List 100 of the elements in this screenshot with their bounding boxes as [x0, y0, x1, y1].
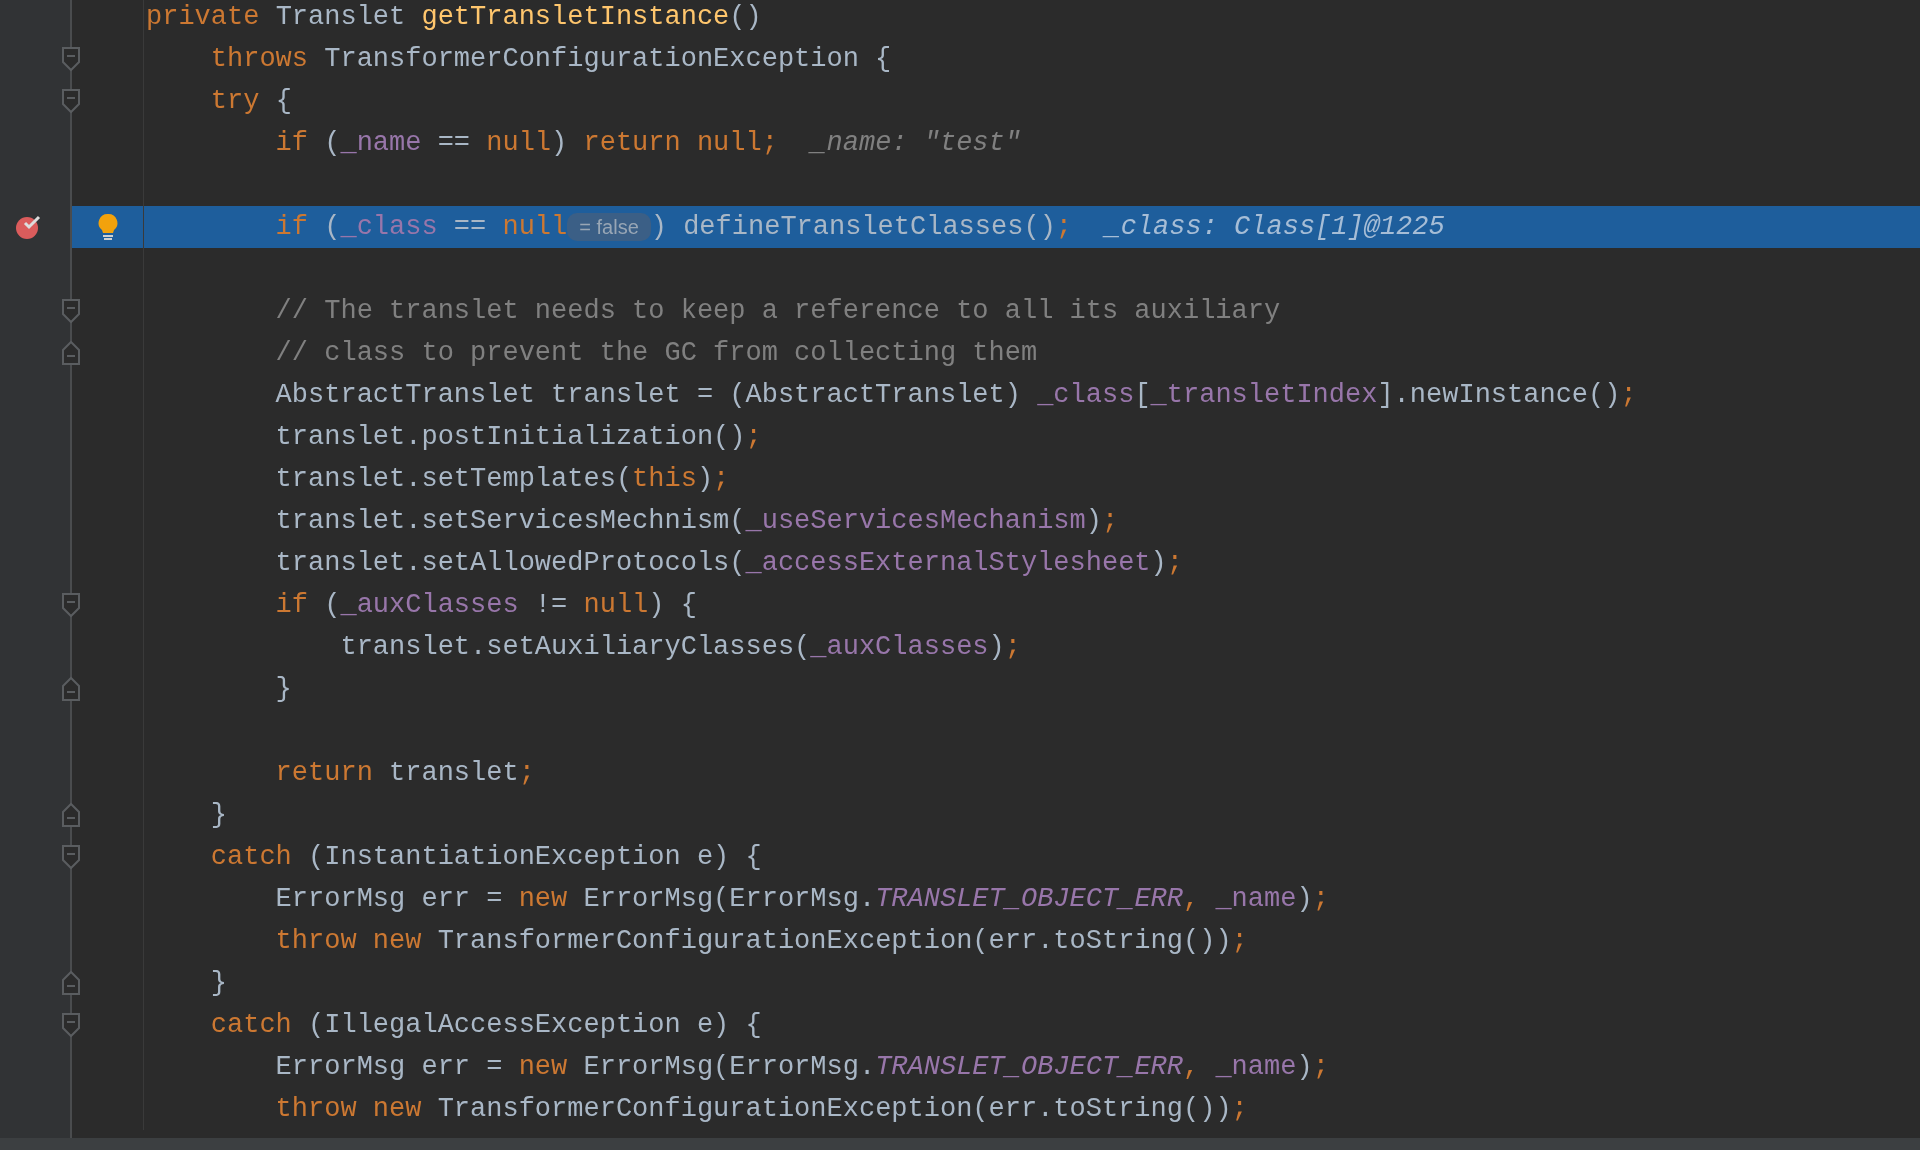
code-token: if [274, 588, 310, 622]
code-token: TRANSLET_OBJECT_ERR [875, 882, 1183, 916]
code-token: _class [1037, 378, 1135, 412]
code-token: ) [1296, 882, 1313, 916]
code-token: ; [1312, 1050, 1329, 1084]
code-token: { [275, 84, 292, 118]
fold-icon[interactable] [61, 1012, 81, 1038]
code-token: null [502, 210, 568, 244]
code-token: ; [1101, 504, 1119, 538]
code-token: } [209, 966, 227, 1000]
code-token: _name [340, 126, 422, 160]
code-token: ; [1231, 924, 1248, 958]
code-token: != [533, 588, 569, 622]
fold-icon[interactable] [61, 802, 81, 828]
code-token: throw new [274, 924, 423, 958]
code-token: // The translet needs to keep a reference to all its auxiliary [274, 294, 1281, 328]
code-token: TransformerConfigurationException(err.toString()) [437, 1092, 1232, 1126]
fold-icon[interactable] [61, 592, 81, 618]
code-token: ; [1620, 378, 1637, 412]
code-token: _accessExternalStylesheet [745, 546, 1151, 580]
horizontal-scrollbar[interactable] [0, 1138, 1920, 1150]
code-token: ; [1231, 1092, 1248, 1126]
code-token: TransformerConfigurationException { [324, 42, 892, 76]
code-token: _useServicesMechanism [745, 504, 1086, 538]
code-token: [ [1134, 378, 1151, 412]
fold-icon[interactable] [61, 970, 81, 996]
code-token: ; [1055, 210, 1073, 244]
code-token: _transletIndex [1150, 378, 1378, 412]
fold-icon[interactable] [61, 88, 81, 114]
inline-value-hint: = false [567, 213, 651, 241]
code-token: translet.setServicesMechnism( [274, 504, 746, 538]
code-token: ErrorMsg(ErrorMsg. [583, 1050, 876, 1084]
code-token: ; [1166, 546, 1183, 580]
fold-icon[interactable] [61, 340, 81, 366]
code-token: ) [988, 630, 1005, 664]
fold-icon[interactable] [61, 46, 81, 72]
code-token: ) [1150, 546, 1167, 580]
code-token: throw new [274, 1092, 423, 1126]
code-token: _class [340, 210, 438, 244]
fold-icon[interactable] [61, 676, 81, 702]
code-token: _auxClasses [810, 630, 989, 664]
code-token: ) defineTransletClasses() [650, 210, 1056, 244]
code-token: ErrorMsg(ErrorMsg. [583, 882, 876, 916]
code-token: ErrorMsg err = [274, 882, 504, 916]
code-token: ; [1004, 630, 1021, 664]
code-token: == [436, 126, 472, 160]
code-token: (IllegalAccessException e) { [308, 1008, 762, 1042]
code-token: } [209, 798, 227, 832]
code-token: null [486, 126, 552, 160]
code-token: TransformerConfigurationException(err.toString()) [437, 924, 1232, 958]
code-token: AbstractTranslet translet = (AbstractTranslet) [274, 378, 1022, 412]
code-token: () [729, 0, 762, 34]
code-token: , [1183, 882, 1201, 916]
code-token: catch [209, 840, 293, 874]
code-token: ; [745, 420, 762, 454]
code-token: throws [209, 42, 310, 76]
code-token: if [274, 210, 310, 244]
lightbulb-icon[interactable] [97, 213, 118, 241]
code-token: ( [324, 210, 341, 244]
code-token: ; [518, 756, 535, 790]
code-token: ErrorMsg err = [274, 1050, 504, 1084]
code-token: this [632, 462, 697, 496]
code-token: return null; [583, 126, 778, 160]
code-token: ; [713, 462, 730, 496]
code-token: private [146, 0, 261, 34]
code-token: catch [209, 1008, 293, 1042]
debug-value: _class: Class[1]@1225 [1101, 210, 1445, 244]
fold-icon[interactable] [61, 844, 81, 870]
code-token: ( [324, 126, 341, 160]
code-token: translet.setAllowedProtocols( [274, 546, 746, 580]
code-token: ) [1085, 504, 1102, 538]
code-token: TRANSLET_OBJECT_ERR [875, 1050, 1183, 1084]
code-token: ].newInstance() [1377, 378, 1621, 412]
code-token: null [583, 588, 649, 622]
code-token: // class to prevent the GC from collecting them [274, 336, 1038, 370]
code-token: translet.setTemplates( [274, 462, 633, 496]
code-token: == [452, 210, 488, 244]
code-token: _auxClasses [340, 588, 519, 622]
code-token: (InstantiationException e) { [308, 840, 762, 874]
code-token: _name [1215, 882, 1297, 916]
code-token: ( [324, 588, 341, 622]
code-token: , [1183, 1050, 1201, 1084]
code-token: translet.setAuxiliaryClasses( [339, 630, 811, 664]
code-token: translet.postInitialization() [274, 420, 746, 454]
code-token: return [274, 756, 374, 790]
code-token: ) [1296, 1050, 1313, 1084]
code-token: new [518, 882, 569, 916]
breakpoint-icon[interactable] [15, 214, 43, 240]
code-token: new [518, 1050, 569, 1084]
code-token: try [209, 84, 261, 118]
code-token: ) [551, 126, 569, 160]
code-token: ) [696, 462, 714, 496]
code-token: translet [389, 756, 519, 790]
code-token: Translet [275, 0, 407, 34]
code-token: } [274, 672, 292, 706]
code-token: getTransletInstance [421, 0, 730, 34]
code-token: if [274, 126, 310, 160]
fold-icon[interactable] [61, 298, 81, 324]
code-token: ; [1312, 882, 1329, 916]
debug-value: _name: "test" [807, 126, 1021, 160]
